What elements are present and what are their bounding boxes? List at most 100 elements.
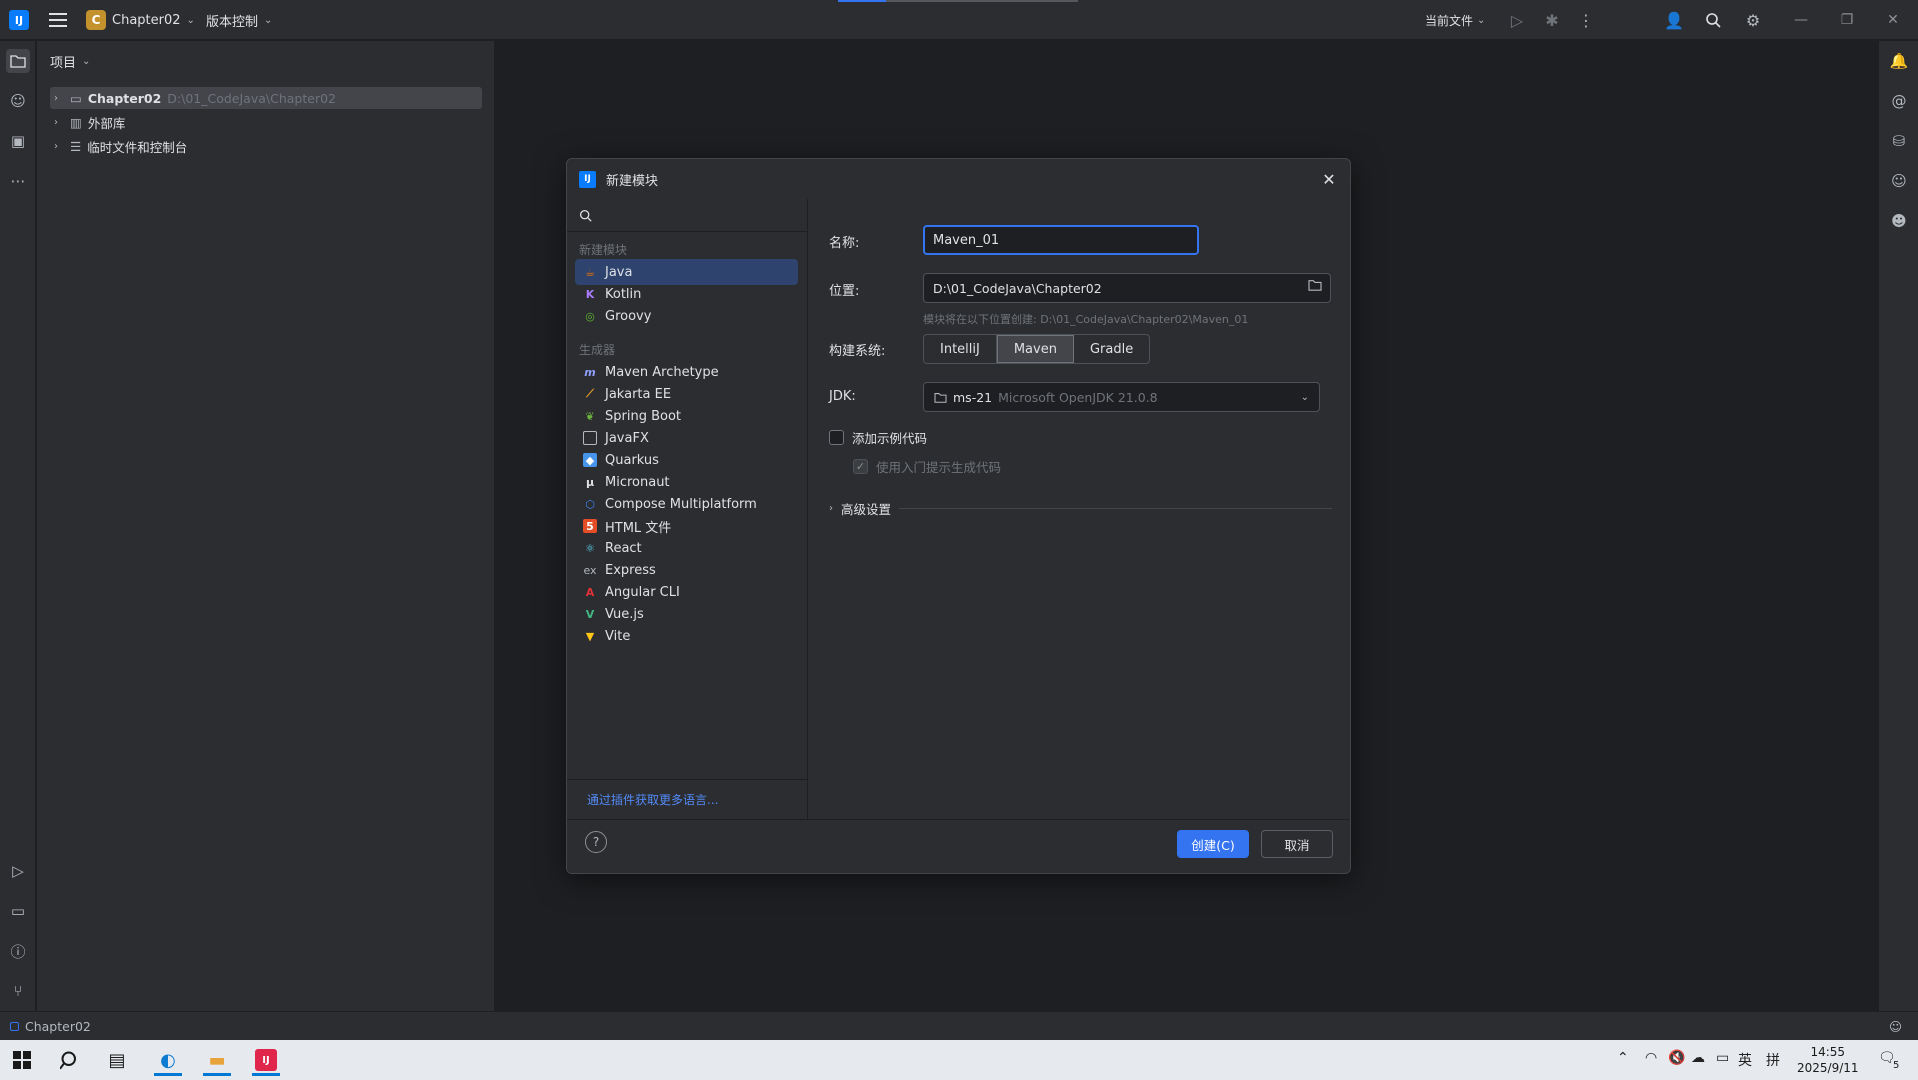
close-icon[interactable]: ✕	[1318, 168, 1340, 190]
chevron-down-icon: ⌄	[1477, 14, 1486, 26]
wifi-icon[interactable]: ◠	[1645, 1050, 1657, 1066]
browse-folder-icon[interactable]	[1308, 279, 1322, 295]
create-button[interactable]: 创建(C)	[1177, 830, 1249, 858]
restore-icon[interactable]: ❐	[1832, 9, 1862, 31]
maven-icon: m	[584, 365, 596, 379]
generator-label: JavaFX	[605, 430, 649, 446]
speaker-muted-icon[interactable]: 🔇	[1668, 1050, 1685, 1066]
ime-language[interactable]: 英	[1738, 1050, 1752, 1070]
intellij-logo-icon[interactable]: IJ	[9, 10, 29, 30]
generator-label: Groovy	[605, 308, 652, 324]
search-icon[interactable]	[50, 1044, 90, 1076]
help-icon[interactable]: ?	[585, 831, 607, 853]
windows-start-icon[interactable]	[2, 1044, 42, 1076]
copilot-agent-icon[interactable]: ☻	[1887, 209, 1911, 233]
task-view-icon[interactable]: ▤	[97, 1044, 137, 1076]
intellij-taskbar-icon[interactable]: IJ	[246, 1044, 286, 1076]
debug-icon[interactable]: ✱	[1541, 9, 1563, 31]
generator-item-groovy[interactable]: ◎ Groovy	[575, 303, 798, 329]
close-window-icon[interactable]: ✕	[1878, 9, 1908, 31]
sample-code-checkbox[interactable]: 添加示例代码	[829, 428, 927, 447]
vcs-label: 版本控制	[206, 14, 259, 30]
title-bar: IJ C Chapter02 ⌄ 版本控制 ⌄ 当前文件 ⌄ ▷ ✱ ⋮ 👤 ⚙…	[0, 0, 1918, 40]
generator-search[interactable]	[567, 199, 808, 232]
system-clock[interactable]: 14:55 2025/9/11	[1797, 1044, 1859, 1076]
database-icon[interactable]: ⛁	[1887, 129, 1911, 153]
vcs-menu[interactable]: 版本控制 ⌄	[206, 8, 272, 32]
checkbox-label: 添加示例代码	[852, 431, 928, 446]
tree-item-scratches[interactable]: › ☰ 临时文件和控制台	[54, 135, 187, 157]
tree-item-external-libs[interactable]: › ▥ 外部库	[54, 111, 125, 133]
status-project-name[interactable]: Chapter02	[25, 1019, 91, 1034]
show-hidden-icons-icon[interactable]: ⌃	[1617, 1050, 1629, 1066]
edge-browser-icon[interactable]: ◐	[148, 1044, 188, 1076]
generator-label: Compose Multiplatform	[605, 496, 757, 512]
ai-assistant-icon[interactable]: @	[1887, 89, 1911, 113]
jakarta-icon: ⟋	[586, 387, 594, 400]
compose-icon: ⬡	[585, 497, 595, 511]
settings-icon[interactable]: ⚙	[1742, 9, 1764, 31]
onedrive-icon[interactable]: ☁	[1691, 1050, 1705, 1066]
more-tools-icon[interactable]: ⋯	[6, 169, 30, 193]
search-icon[interactable]	[1702, 9, 1724, 31]
structure-icon[interactable]: ▣	[6, 129, 30, 153]
battery-icon[interactable]: ▭	[1716, 1050, 1729, 1066]
expand-arrow-icon[interactable]: ›	[54, 93, 64, 104]
file-explorer-icon[interactable]: ▬	[197, 1044, 237, 1076]
quarkus-icon: ◆	[583, 453, 597, 467]
expand-arrow-icon[interactable]: ›	[54, 117, 64, 128]
location-value: D:\01_CodeJava\Chapter02	[933, 280, 1102, 296]
build-option-gradle[interactable]: Gradle	[1074, 335, 1149, 363]
project-panel-title: 项目	[50, 56, 77, 71]
onboarding-tips-checkbox[interactable]: ✓ 使用入门提示生成代码	[853, 457, 1001, 476]
more-languages-link[interactable]: 通过插件获取更多语言...	[567, 779, 808, 819]
tree-item-label: 外部库	[87, 115, 126, 131]
checkbox-box[interactable]: ✓	[853, 459, 868, 474]
module-folder-icon: ▭	[70, 90, 82, 106]
advanced-settings-toggle[interactable]: › 高级设置	[829, 499, 1332, 518]
ime-mode[interactable]: 拼	[1766, 1050, 1780, 1070]
generator-label: Vue.js	[605, 606, 644, 622]
generator-item-vite[interactable]: ▼ Vite	[575, 623, 798, 649]
problems-icon[interactable]: ⓘ	[6, 939, 30, 963]
project-tool-icon[interactable]	[6, 49, 30, 73]
run-config-label: 当前文件	[1425, 13, 1474, 28]
build-system-selector: IntelliJ Maven Gradle	[923, 334, 1151, 364]
chevron-right-icon: ›	[829, 503, 833, 514]
run-config-selector[interactable]: 当前文件 ⌄	[1425, 8, 1485, 32]
copilot-status-icon[interactable]: ☺	[1889, 1019, 1902, 1034]
notifications-icon[interactable]: 🔔	[1887, 49, 1911, 73]
checkbox-box[interactable]	[829, 430, 844, 445]
main-menu-icon[interactable]	[47, 10, 69, 30]
copilot-chat-icon[interactable]: ☺	[1887, 169, 1911, 193]
add-user-icon[interactable]: 👤	[1663, 9, 1685, 31]
build-option-intellij[interactable]: IntelliJ	[924, 335, 997, 363]
tree-item-chapter02[interactable]: › ▭ Chapter02 D:\01_CodeJava\Chapter02	[50, 87, 482, 109]
git-icon[interactable]: ⑂	[6, 979, 30, 1003]
project-panel-header[interactable]: 项目 ⌄	[50, 52, 90, 71]
build-option-maven[interactable]: Maven	[996, 335, 1074, 363]
copilot-icon[interactable]: ☺	[6, 89, 30, 113]
project-panel: 项目 ⌄ › ▭ Chapter02 D:\01_CodeJava\Chapte…	[37, 41, 495, 1011]
expand-arrow-icon[interactable]: ›	[54, 141, 64, 152]
advanced-settings-label: 高级设置	[841, 502, 892, 517]
search-icon	[579, 209, 592, 222]
jdk-select[interactable]: ms-21 Microsoft OpenJDK 21.0.8 ⌄	[923, 382, 1320, 412]
generator-label: Micronaut	[605, 474, 670, 490]
search-input[interactable]	[598, 207, 788, 223]
tree-item-label: Chapter02	[87, 90, 162, 106]
location-field[interactable]: D:\01_CodeJava\Chapter02	[923, 273, 1331, 303]
new-module-dialog: IJ 新建模块 ✕ 新建模块 ☕ Java K Kotlin ◎ Groovy …	[566, 158, 1351, 874]
clock-date: 2025/9/11	[1797, 1061, 1859, 1075]
section-label-new-module: 新建模块	[579, 243, 628, 257]
more-actions-icon[interactable]: ⋮	[1575, 9, 1597, 31]
terminal-icon[interactable]: ▭	[6, 899, 30, 923]
run-icon[interactable]: ▷	[1506, 9, 1528, 31]
project-switcher[interactable]: C Chapter02 ⌄	[86, 8, 195, 32]
minimize-icon[interactable]: —	[1786, 9, 1816, 31]
intellij-logo-icon: IJ	[579, 170, 596, 188]
divider	[899, 508, 1332, 509]
services-icon[interactable]: ▷	[6, 859, 30, 883]
cancel-button[interactable]: 取消	[1261, 830, 1333, 858]
module-name-input[interactable]	[923, 225, 1199, 255]
